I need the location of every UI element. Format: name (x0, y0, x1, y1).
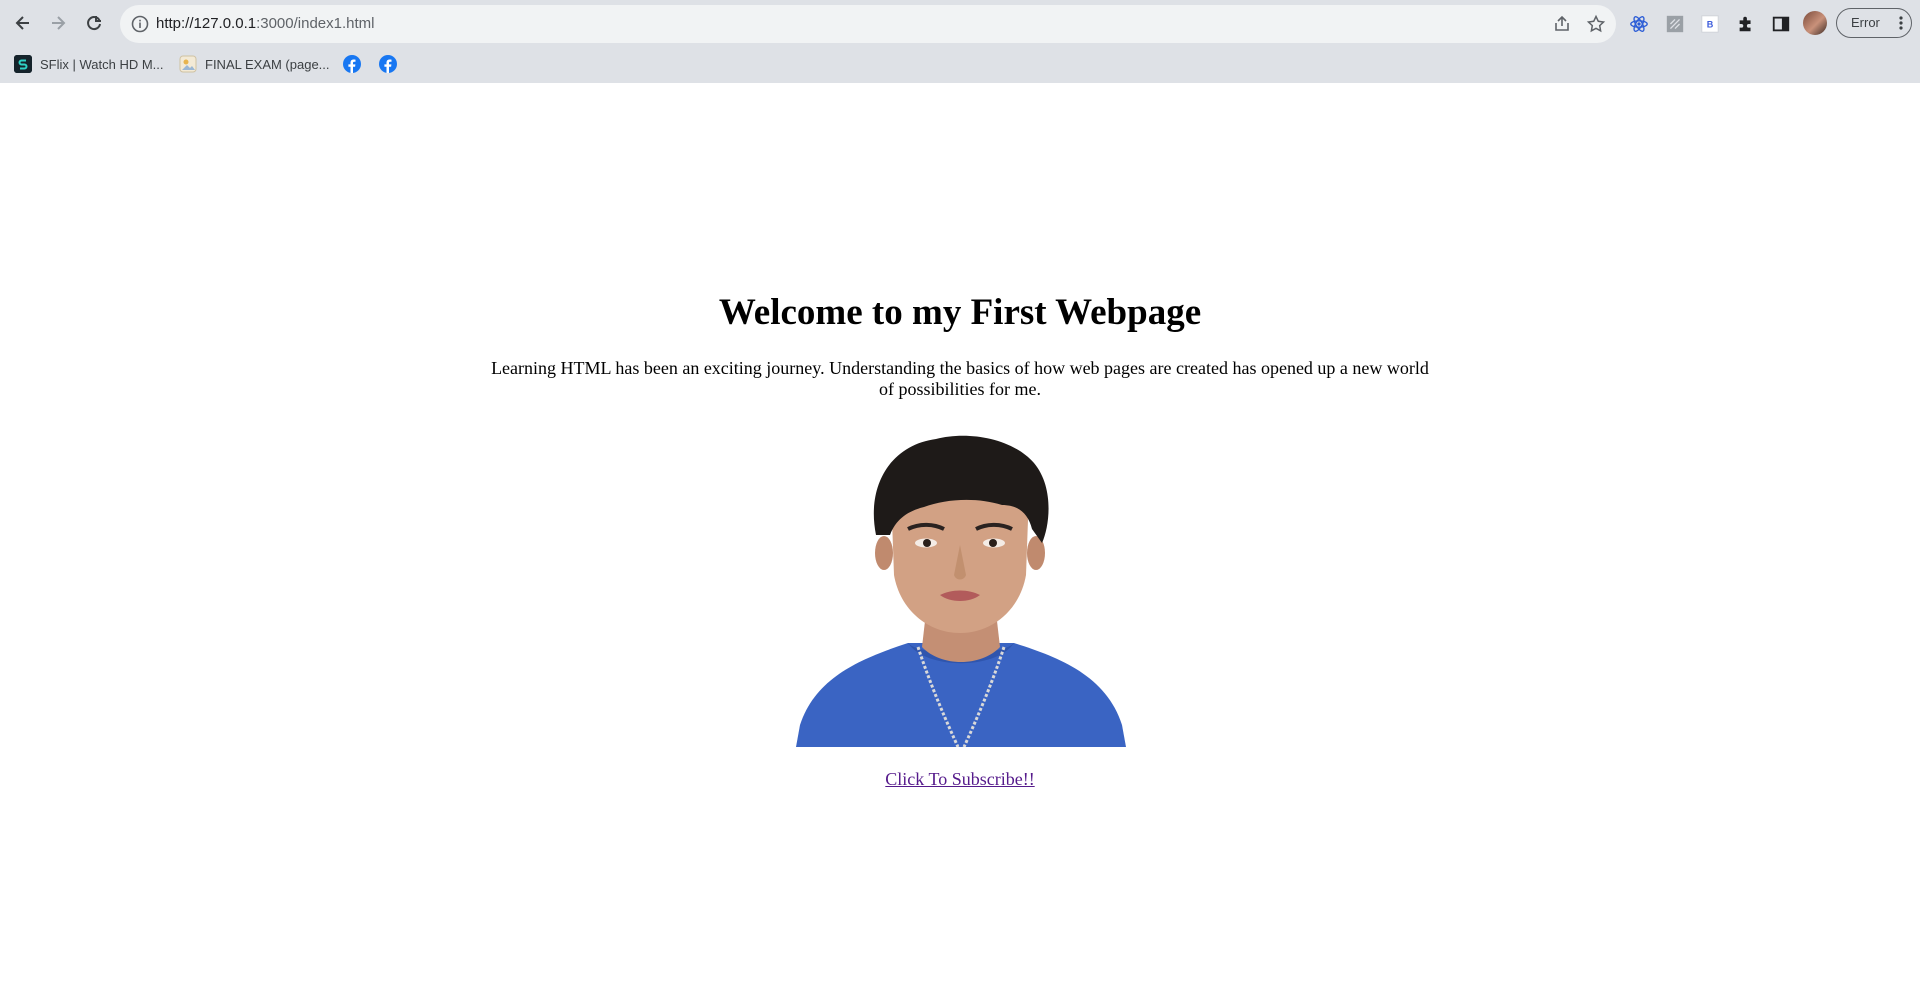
portrait-photo (796, 425, 1126, 747)
menu-kebab-icon[interactable] (1899, 16, 1903, 30)
page-content: Welcome to my First Webpage Learning HTM… (0, 83, 1920, 992)
extensions-puzzle-icon[interactable] (1735, 13, 1757, 35)
site-info-icon[interactable] (130, 14, 150, 34)
side-panel-icon[interactable] (1770, 13, 1792, 35)
bookmark-facebook-1[interactable] (343, 52, 361, 76)
browser-toolbar: http://127.0.0.1:3000/index1.html B Erro… (0, 0, 1920, 46)
portrait-image (796, 435, 1126, 747)
page-title: Welcome to my First Webpage (718, 292, 1202, 333)
facebook-icon (379, 55, 397, 73)
share-icon[interactable] (1552, 14, 1572, 34)
bookmark-label: SFlix | Watch HD M... (40, 56, 164, 72)
bookmarks-bar: SFlix | Watch HD M... FINAL EXAM (page..… (0, 46, 1920, 83)
exam-favicon (179, 55, 197, 73)
bookmark-star-icon[interactable] (1586, 14, 1606, 34)
subscribe-container: Click To Subscribe!! (0, 769, 1920, 790)
reload-icon (87, 16, 101, 31)
reload-button[interactable] (79, 8, 109, 38)
bookmark-facebook-2[interactable] (379, 52, 397, 76)
b-extension-icon[interactable]: B (1699, 13, 1721, 35)
url-path: :3000/index1.html (256, 15, 375, 32)
bookmark-sflix[interactable]: SFlix | Watch HD M... (14, 52, 164, 76)
profile-avatar[interactable] (1803, 11, 1827, 35)
bookmark-label: FINAL EXAM (page... (205, 56, 330, 72)
url-host: http://127.0.0.1 (156, 15, 257, 32)
facebook-icon (343, 55, 361, 73)
back-arrow-icon (15, 16, 29, 30)
profile-error-button[interactable]: Error (1836, 8, 1912, 38)
forward-button[interactable] (43, 8, 73, 38)
grey-extension-icon[interactable] (1664, 13, 1686, 35)
forward-arrow-icon (52, 16, 66, 30)
profile-error-label: Error (1851, 15, 1880, 30)
url-text[interactable]: http://127.0.0.1:3000/index1.html (156, 5, 375, 43)
sflix-favicon (14, 55, 32, 73)
bookmark-final-exam[interactable]: FINAL EXAM (page... (179, 52, 330, 76)
react-devtools-extension-icon[interactable] (1628, 13, 1650, 35)
address-bar[interactable]: http://127.0.0.1:3000/index1.html (120, 5, 1616, 43)
intro-paragraph: Learning HTML has been an exciting journ… (491, 358, 1429, 399)
back-button[interactable] (8, 8, 38, 38)
svg-text:B: B (1707, 20, 1714, 30)
subscribe-link[interactable]: Click To Subscribe!! (885, 769, 1034, 789)
